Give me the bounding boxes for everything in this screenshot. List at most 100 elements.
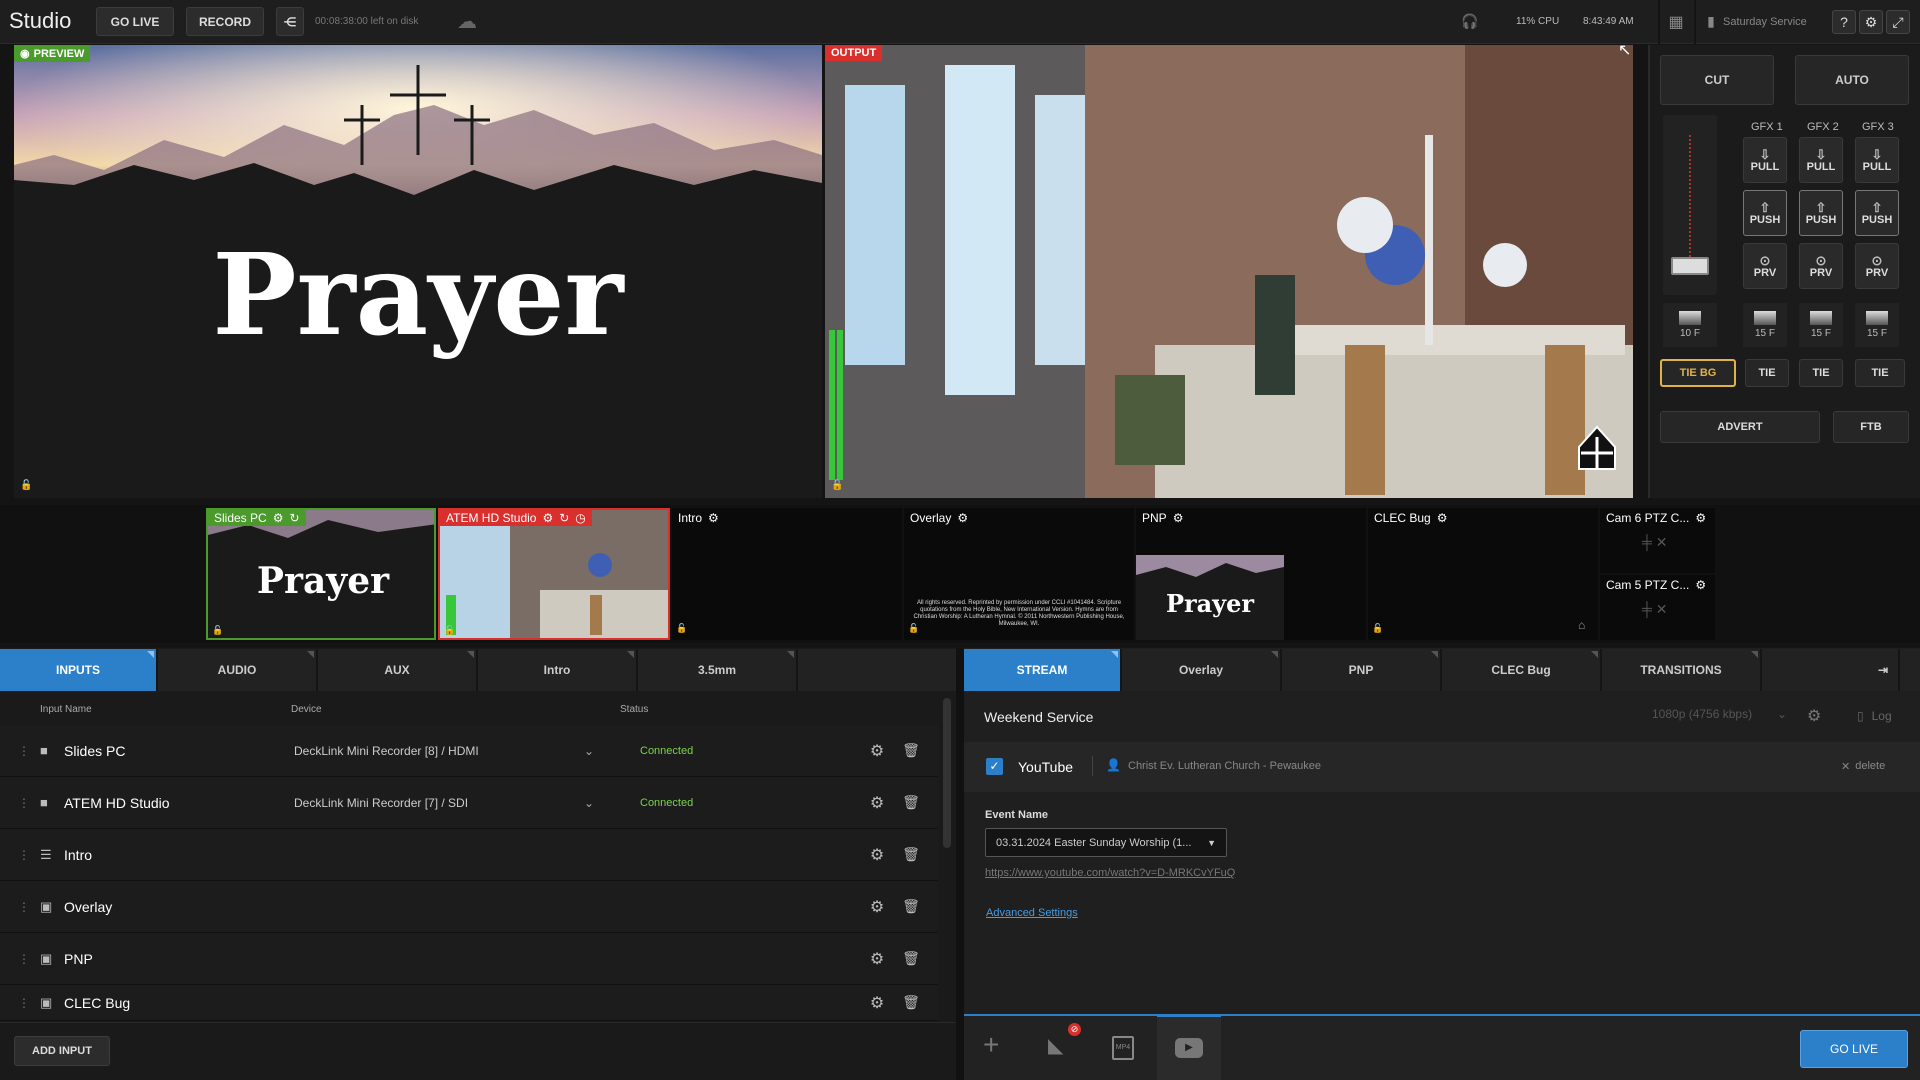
gfx-1-push-button[interactable]: ⇧ PUSH (1743, 190, 1787, 236)
trash-icon[interactable]: 🗑 (894, 994, 928, 1011)
lock-icon[interactable]: 🔓 (20, 480, 32, 491)
gfx-1-prv-button[interactable]: ⊙ PRV (1743, 243, 1787, 289)
tie-bg-button[interactable]: TIE BG (1660, 359, 1736, 387)
gfx-3-tie-button[interactable]: TIE (1855, 359, 1905, 387)
multiview-tile-cam5[interactable]: Cam 5 PTZ C... ⚙ ╪ ✕ (1600, 575, 1715, 640)
ftb-button[interactable]: FTB (1833, 411, 1909, 443)
gear-icon[interactable]: ⚙ (860, 845, 894, 865)
gfx-2-push-button[interactable]: ⇧ PUSH (1799, 190, 1843, 236)
gear-icon[interactable]: ⚙ (1437, 511, 1448, 525)
gfx-2-tie-button[interactable]: TIE (1799, 359, 1843, 387)
fullscreen-icon[interactable]: ⤢ (1886, 10, 1910, 34)
cloud-icon[interactable]: ☁ (452, 10, 482, 33)
refresh-icon[interactable]: ↻ (559, 511, 569, 525)
output-lock-icon[interactable]: 🔓 (831, 480, 843, 491)
input-row-clec-bug[interactable]: ⋮ ▣ CLEC Bug ⚙ 🗑 (0, 985, 938, 1021)
trash-icon[interactable]: 🗑 (894, 950, 928, 967)
lock-icon[interactable]: 🔓 (908, 623, 919, 634)
delete-destination[interactable]: ✕ delete (1841, 760, 1885, 773)
gear-icon[interactable]: ⚙ (708, 511, 719, 525)
event-url-link[interactable]: https://www.youtube.com/watch?v=D-MRKCvY… (985, 867, 1235, 879)
clock-icon[interactable]: ◷ (575, 511, 585, 525)
preview-monitor[interactable]: Prayer ◉ PREVIEW 🔓 (14, 45, 822, 498)
drag-handle-icon[interactable]: ⋮ (18, 848, 30, 862)
gfx-3-push-button[interactable]: ⇧ PUSH (1855, 190, 1899, 236)
multiview-tile-slides-pc[interactable]: Prayer Slides PC ⚙ ↻ 🔓 (206, 508, 436, 640)
gear-icon[interactable]: ⚙ (542, 511, 553, 525)
trash-icon[interactable]: 🗑 (894, 794, 928, 811)
advanced-settings-link[interactable]: Advanced Settings (986, 907, 1078, 919)
gfx-2-pull-button[interactable]: ⇩ PULL (1799, 137, 1843, 183)
advert-button[interactable]: ADVERT (1660, 411, 1820, 443)
gear-icon[interactable]: ⚙ (860, 993, 894, 1013)
tab-transitions[interactable]: TRANSITIONS (1602, 649, 1762, 691)
tab-inputs[interactable]: INPUTS (0, 649, 158, 691)
drag-handle-icon[interactable]: ⋮ (18, 996, 30, 1010)
drag-handle-icon[interactable]: ⋮ (18, 952, 30, 966)
auto-button[interactable]: AUTO (1795, 55, 1909, 105)
gear-icon[interactable]: ⚙ (1173, 511, 1184, 525)
lock-icon[interactable]: 🔓 (1372, 623, 1383, 634)
quality-select[interactable]: 1080p (4756 kbps) ⌄ (1652, 707, 1787, 729)
add-input-button[interactable]: ADD INPUT (14, 1036, 110, 1066)
gear-icon[interactable]: ⚙ (860, 793, 894, 813)
event-name-select[interactable]: 03.31.2024 Easter Sunday Worship (1... ▼ (985, 828, 1227, 857)
drag-handle-icon[interactable]: ⋮ (18, 900, 30, 914)
tab-pnp[interactable]: PNP (1282, 649, 1442, 691)
add-destination-icon[interactable]: + (983, 1030, 999, 1060)
multiview-tile-cam6[interactable]: Cam 6 PTZ C... ⚙ ╪ ✕ (1600, 508, 1715, 573)
tab-overlay[interactable]: Overlay (1122, 649, 1282, 691)
chevron-down-icon[interactable]: ⌄ (584, 744, 606, 758)
input-row-atem[interactable]: ⋮ ■ ATEM HD Studio DeckLink Mini Recorde… (0, 777, 938, 829)
tab-clec-bug[interactable]: CLEC Bug (1442, 649, 1602, 691)
input-row-overlay[interactable]: ⋮ ▣ Overlay ⚙ 🗑 (0, 881, 938, 933)
share-button[interactable]: ⋲ (276, 7, 304, 36)
device-select[interactable]: DeckLink Mini Recorder [8] / HDMI (294, 744, 584, 758)
drag-handle-icon[interactable]: ⋮ (18, 744, 30, 758)
multiview-tile-intro[interactable]: Intro ⚙ 🔓 (672, 508, 902, 640)
service-name[interactable]: Saturday Service (1723, 16, 1807, 28)
gfx-1-rate[interactable]: 15 F (1743, 303, 1787, 347)
input-row-slides-pc[interactable]: ⋮ ■ Slides PC DeckLink Mini Recorder [8]… (0, 725, 938, 777)
gfx-2-rate[interactable]: 15 F (1799, 303, 1843, 347)
settings-gear-icon[interactable]: ⚙ (1859, 10, 1883, 34)
inputs-scrollbar[interactable] (943, 698, 951, 848)
headphones-icon[interactable]: 🎧 (1461, 13, 1478, 29)
stream-settings-icon[interactable]: ⚙ (1807, 706, 1821, 726)
refresh-icon[interactable]: ↻ (289, 511, 299, 525)
gear-icon[interactable]: ⚙ (860, 741, 894, 761)
gear-icon[interactable]: ⚙ (1695, 511, 1706, 525)
gear-icon[interactable]: ⚙ (860, 949, 894, 969)
device-select[interactable]: DeckLink Mini Recorder [7] / SDI (294, 796, 584, 810)
gfx-1-tie-button[interactable]: TIE (1745, 359, 1789, 387)
lock-icon[interactable]: 🔓 (212, 625, 223, 636)
youtube-checkbox[interactable]: ✓ (986, 758, 1003, 775)
lock-icon[interactable]: 🔓 (444, 625, 455, 636)
multiview-tile-overlay[interactable]: Overlay ⚙ All rights reserved. Reprinted … (904, 508, 1134, 640)
multiview-icon[interactable]: ▦ (1664, 11, 1688, 33)
collapse-panel-button[interactable]: ⇥ (1762, 649, 1900, 691)
tab-audio[interactable]: AUDIO (158, 649, 318, 691)
tab-3-5mm[interactable]: 3.5mm (638, 649, 798, 691)
gear-icon[interactable]: ⚙ (273, 511, 284, 525)
go-live-button[interactable]: GO LIVE (96, 7, 174, 36)
main-transition-rate[interactable]: 10 F (1663, 303, 1717, 347)
chevron-down-icon[interactable]: ⌄ (584, 796, 606, 810)
gfx-2-prv-button[interactable]: ⊙ PRV (1799, 243, 1843, 289)
lock-icon[interactable]: 🔓 (676, 623, 687, 634)
log-button[interactable]: ▯ Log (1857, 709, 1892, 723)
cut-button[interactable]: CUT (1660, 55, 1774, 105)
input-row-pnp[interactable]: ⋮ ▣ PNP ⚙ 🗑 (0, 933, 938, 985)
help-icon[interactable]: ? (1832, 10, 1856, 34)
tab-stream[interactable]: STREAM (964, 649, 1122, 691)
trash-icon[interactable]: 🗑 (894, 742, 928, 759)
t-bar-handle[interactable] (1671, 257, 1709, 275)
mp4-record-icon[interactable]: MP4 (1112, 1036, 1134, 1060)
stream-go-live-button[interactable]: GO LIVE (1800, 1030, 1908, 1068)
multiview-tile-atem[interactable]: ATEM HD Studio ⚙ ↻ ◷ 🔓 (438, 508, 670, 640)
gfx-3-pull-button[interactable]: ⇩ PULL (1855, 137, 1899, 183)
multiview-tile-clec-bug[interactable]: CLEC Bug ⚙ ⌂ 🔓 (1368, 508, 1598, 640)
record-button[interactable]: RECORD (186, 7, 264, 36)
t-bar-track[interactable] (1663, 115, 1717, 295)
gear-icon[interactable]: ⚙ (957, 511, 968, 525)
